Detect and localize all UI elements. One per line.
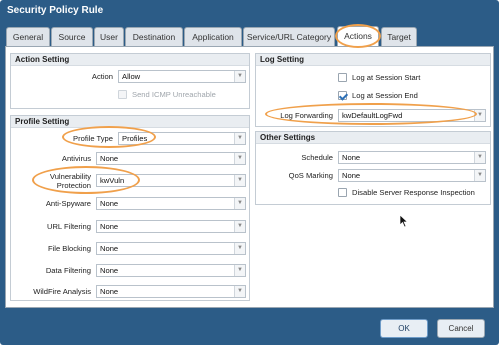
- action-select-value: Allow: [122, 72, 141, 81]
- chevron-down-icon: ▼: [234, 286, 245, 297]
- vuln-label-line2: Protection: [56, 181, 91, 190]
- vulnerability-protection-value: kwVuln: [100, 176, 125, 185]
- schedule-value: None: [342, 153, 361, 162]
- chevron-down-icon: ▼: [234, 153, 245, 164]
- file-blocking-value: None: [100, 244, 119, 253]
- tab-service-url-category[interactable]: Service/URL Category: [243, 27, 335, 46]
- disable-server-response-inspection-label: Disable Server Response Inspection: [352, 188, 475, 197]
- action-select[interactable]: Allow ▼: [118, 70, 246, 83]
- chevron-down-icon: ▼: [234, 133, 245, 144]
- url-filtering-select[interactable]: None ▼: [96, 220, 246, 233]
- url-filtering-value: None: [100, 222, 119, 231]
- tab-general[interactable]: General: [6, 27, 50, 46]
- schedule-label: Schedule: [301, 153, 333, 162]
- data-filtering-value: None: [100, 266, 119, 275]
- chevron-down-icon: ▼: [234, 221, 245, 232]
- tab-actions[interactable]: Actions: [337, 26, 379, 47]
- anti-spyware-value: None: [100, 199, 119, 208]
- disable-server-response-inspection-checkbox[interactable]: [338, 188, 347, 197]
- vulnerability-protection-label: Vulnerability Protection: [50, 172, 91, 190]
- log-forwarding-label: Log Forwarding: [280, 111, 333, 120]
- chevron-down-icon: ▼: [234, 175, 245, 186]
- log-setting-title: Log Setting: [256, 54, 490, 66]
- send-icmp-unreachable-label: Send ICMP Unreachable: [132, 90, 216, 99]
- tab-destination[interactable]: Destination: [125, 27, 183, 46]
- chevron-down-icon: ▼: [234, 71, 245, 82]
- chevron-down-icon: ▼: [234, 265, 245, 276]
- data-filtering-label: Data Filtering: [45, 266, 91, 275]
- vuln-label-line1: Vulnerability: [49, 172, 91, 181]
- profile-setting-title: Profile Setting: [11, 116, 249, 128]
- log-forwarding-select[interactable]: kwDefaultLogFwd ▼: [338, 109, 486, 122]
- profile-type-label: Profile Type: [73, 134, 113, 143]
- action-setting-panel: Action Setting Action Allow ▼ Send ICMP …: [10, 53, 250, 109]
- profile-type-value: Profiles: [122, 134, 148, 143]
- tab-content-actions: Action Setting Action Allow ▼ Send ICMP …: [5, 46, 494, 308]
- dialog-title: Security Policy Rule: [7, 5, 104, 16]
- schedule-select[interactable]: None ▼: [338, 151, 486, 164]
- log-forwarding-value: kwDefaultLogFwd: [342, 111, 403, 120]
- data-filtering-select[interactable]: None ▼: [96, 264, 246, 277]
- antivirus-select[interactable]: None ▼: [96, 152, 246, 165]
- qos-marking-select[interactable]: None ▼: [338, 169, 486, 182]
- action-setting-title: Action Setting: [11, 54, 249, 66]
- chevron-down-icon: ▼: [474, 110, 485, 121]
- mouse-cursor-icon: [400, 215, 409, 228]
- send-icmp-unreachable-checkbox[interactable]: [118, 90, 127, 99]
- chevron-down-icon: ▼: [234, 198, 245, 209]
- wildfire-analysis-label: WildFire Analysis: [33, 287, 91, 296]
- other-settings-title: Other Settings: [256, 132, 490, 144]
- tab-application[interactable]: Application: [184, 27, 242, 46]
- action-label: Action: [91, 72, 113, 81]
- anti-spyware-label: Anti-Spyware: [45, 199, 91, 208]
- tab-source[interactable]: Source: [51, 27, 93, 46]
- antivirus-value: None: [100, 154, 119, 163]
- qos-marking-label: QoS Marking: [288, 171, 333, 180]
- ok-button[interactable]: OK: [380, 319, 428, 338]
- antivirus-label: Antivirus: [61, 154, 91, 163]
- log-session-end-checkbox[interactable]: [338, 91, 347, 100]
- file-blocking-label: File Blocking: [47, 244, 91, 253]
- anti-spyware-select[interactable]: None ▼: [96, 197, 246, 210]
- url-filtering-label: URL Filtering: [46, 222, 91, 231]
- security-policy-rule-dialog: Security Policy Rule General Source User…: [0, 0, 499, 345]
- log-session-end-label: Log at Session End: [352, 91, 418, 100]
- vulnerability-protection-select[interactable]: kwVuln ▼: [96, 174, 246, 187]
- tab-target[interactable]: Target: [381, 27, 417, 46]
- tab-user[interactable]: User: [94, 27, 124, 46]
- profile-type-select[interactable]: Profiles ▼: [118, 132, 246, 145]
- log-session-start-label: Log at Session Start: [352, 73, 421, 82]
- file-blocking-select[interactable]: None ▼: [96, 242, 246, 255]
- chevron-down-icon: ▼: [474, 152, 485, 163]
- profile-setting-panel: Profile Setting Profile Type Profiles ▼ …: [10, 115, 250, 301]
- wildfire-analysis-value: None: [100, 287, 119, 296]
- qos-marking-value: None: [342, 171, 361, 180]
- other-settings-panel: Other Settings Schedule None ▼ QoS Marki…: [255, 131, 491, 205]
- chevron-down-icon: ▼: [474, 170, 485, 181]
- log-session-start-checkbox[interactable]: [338, 73, 347, 82]
- chevron-down-icon: ▼: [234, 243, 245, 254]
- wildfire-analysis-select[interactable]: None ▼: [96, 285, 246, 298]
- log-setting-panel: Log Setting Log at Session Start Log at …: [255, 53, 491, 127]
- cancel-button[interactable]: Cancel: [437, 319, 485, 338]
